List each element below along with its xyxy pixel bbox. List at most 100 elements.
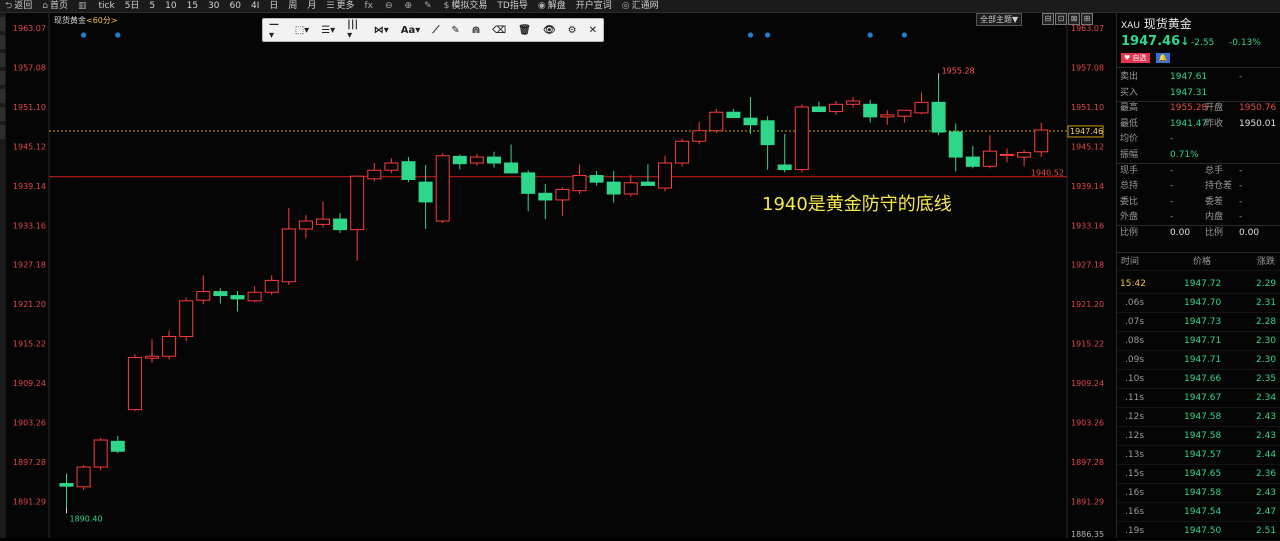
candle[interactable] <box>589 175 604 183</box>
candle[interactable] <box>316 218 330 225</box>
drawing-tool-button[interactable]: —▾ <box>263 19 289 41</box>
side-tab[interactable] <box>0 89 5 103</box>
candle[interactable] <box>230 295 245 300</box>
candle[interactable] <box>281 228 296 283</box>
side-tab[interactable] <box>0 17 5 31</box>
candle[interactable] <box>982 150 997 167</box>
candle[interactable] <box>777 164 792 171</box>
toolbar-item[interactable]: ⌂ 首页 <box>37 0 73 12</box>
candle[interactable] <box>452 155 467 165</box>
candle[interactable] <box>811 106 826 113</box>
toolbar-item[interactable]: 10 <box>160 0 181 12</box>
candle[interactable] <box>367 169 382 180</box>
candle[interactable] <box>504 162 519 174</box>
toolbar-item[interactable]: 15 <box>182 0 203 12</box>
toolbar-item[interactable]: 5 <box>144 0 160 12</box>
candle[interactable] <box>726 111 741 118</box>
toolbar-item[interactable]: 60 <box>225 0 246 12</box>
candle[interactable] <box>692 130 707 142</box>
candle[interactable] <box>179 300 194 337</box>
candle[interactable] <box>247 291 262 302</box>
candle[interactable] <box>760 120 775 146</box>
toolbar-item[interactable]: 5日 <box>120 0 145 12</box>
side-tab[interactable] <box>0 53 5 67</box>
candle[interactable] <box>794 106 809 171</box>
toolbar-item[interactable]: 日 <box>264 0 283 12</box>
side-tab[interactable] <box>0 35 5 49</box>
candle[interactable] <box>298 220 313 230</box>
toolbar-item[interactable]: ☰ 更多 <box>321 0 359 12</box>
drawing-tool-button[interactable]: Aa▾ <box>395 25 427 36</box>
candle[interactable] <box>640 181 655 186</box>
toolbar-item[interactable]: ⮌ 返回 <box>0 0 37 12</box>
drawing-tool-button[interactable]: ☰▾ <box>315 25 341 36</box>
candle[interactable] <box>435 155 450 222</box>
candle[interactable] <box>1017 151 1032 158</box>
event-marker[interactable] <box>765 32 771 38</box>
candle[interactable] <box>418 181 433 203</box>
toolbar-item[interactable]: ✎ <box>419 0 439 12</box>
toolbar-item[interactable]: 月 <box>302 0 321 12</box>
toolbar-item[interactable]: $ 模拟交易 <box>439 0 493 12</box>
candle[interactable] <box>487 156 501 164</box>
candle[interactable] <box>538 192 553 201</box>
toolbar-item[interactable]: 周 <box>283 0 302 12</box>
candle[interactable] <box>213 291 228 297</box>
candle[interactable] <box>829 103 843 113</box>
candle[interactable] <box>743 117 758 126</box>
candle[interactable] <box>401 161 416 180</box>
event-marker[interactable] <box>867 32 873 38</box>
toolbar-item[interactable]: ⊕ <box>400 0 420 12</box>
candle[interactable] <box>93 439 108 468</box>
theme-dropdown[interactable]: 全部主题▼ <box>976 13 1023 26</box>
toolbar-item[interactable]: fx <box>360 0 381 12</box>
candle[interactable] <box>965 156 980 167</box>
candle[interactable] <box>606 181 621 195</box>
candle[interactable] <box>350 175 365 231</box>
window-button[interactable]: ⊞ <box>1081 13 1093 25</box>
bell-icon[interactable]: 🔔 <box>1155 53 1171 63</box>
candle[interactable] <box>948 131 963 158</box>
candle[interactable] <box>110 440 125 452</box>
candle[interactable] <box>264 279 279 293</box>
drawing-tool-button[interactable]: ⟋ <box>426 25 445 36</box>
candle[interactable] <box>846 100 861 105</box>
candle[interactable] <box>76 466 91 488</box>
drawing-tool-button[interactable]: ⌫ <box>486 25 512 36</box>
drawing-tool-button[interactable]: ⋒ <box>466 25 486 36</box>
toolbar-item[interactable]: tick <box>93 0 119 12</box>
toolbar-item[interactable]: 30 <box>203 0 224 12</box>
candle[interactable] <box>658 162 672 189</box>
toolbar-item[interactable]: ◉ 解盘 <box>533 0 571 12</box>
candle[interactable] <box>127 357 142 411</box>
candle[interactable] <box>1000 153 1014 156</box>
side-tab[interactable] <box>0 71 5 85</box>
candle[interactable] <box>914 101 929 114</box>
candle[interactable] <box>623 182 638 195</box>
drawing-tool-button[interactable]: 🗑 <box>512 25 537 36</box>
drawing-tool-button[interactable]: ✕ <box>583 25 603 36</box>
candle[interactable] <box>555 188 570 201</box>
candle[interactable] <box>145 355 159 359</box>
watchlist-button[interactable]: ♥ 自选 <box>1121 53 1150 63</box>
candle[interactable] <box>469 156 484 164</box>
window-button[interactable]: ⊟ <box>1042 13 1054 25</box>
drawing-tool-button[interactable]: ✎ <box>445 25 465 36</box>
candle[interactable] <box>931 101 946 133</box>
event-marker[interactable] <box>115 32 121 38</box>
toolbar-item[interactable]: 4I <box>246 0 264 12</box>
drawing-tool-button[interactable]: ⚙ <box>562 25 583 36</box>
candle[interactable] <box>521 172 536 194</box>
toolbar-item[interactable]: ⊖ <box>380 0 400 12</box>
window-button[interactable]: ⊡ <box>1055 13 1067 25</box>
toolbar-item[interactable]: TD指导 <box>492 0 532 12</box>
drawing-tool-button[interactable]: ⋈▾ <box>368 25 395 36</box>
toolbar-item[interactable]: 开户宣词 <box>571 0 617 12</box>
candle[interactable] <box>196 291 211 301</box>
candle[interactable] <box>333 218 348 231</box>
toolbar-item[interactable]: ▥ <box>73 0 94 12</box>
drawing-tool-button[interactable]: ⬚▾ <box>289 25 315 36</box>
event-marker[interactable] <box>747 32 754 38</box>
event-marker[interactable] <box>81 32 87 38</box>
candle[interactable] <box>897 109 912 117</box>
